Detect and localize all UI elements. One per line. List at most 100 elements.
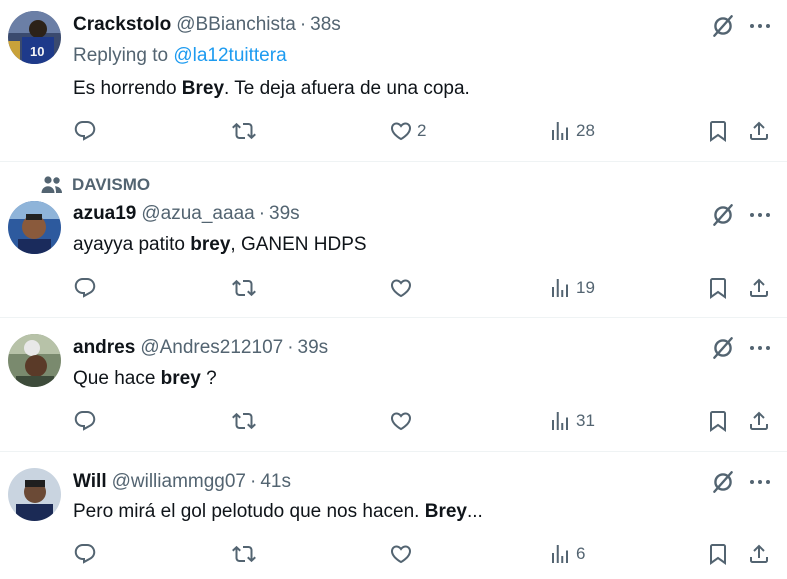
bookmark-button[interactable] [706, 408, 730, 434]
separator: · [287, 337, 294, 358]
share-button[interactable] [747, 275, 771, 301]
tweet-text: Es horrendo Brey. Te deja afuera de una … [73, 78, 470, 100]
timestamp[interactable]: 41s [260, 471, 291, 493]
avatar[interactable] [8, 468, 61, 521]
bookmark-icon [706, 409, 730, 433]
more-icon[interactable] [746, 469, 774, 495]
highlighted-term: brey [190, 234, 231, 255]
views-button[interactable]: 6 [548, 541, 585, 567]
text-part: ... [466, 501, 483, 522]
views-icon [548, 409, 572, 433]
text-part: Pero mirá el gol pelotudo que nos hacen. [73, 501, 425, 522]
text-part: , GANEN HDPS [230, 234, 367, 255]
like-button[interactable] [389, 408, 413, 434]
author-handle[interactable]: @williammgg07 [112, 471, 246, 493]
share-button[interactable] [747, 118, 771, 144]
view-count: 28 [576, 121, 595, 140]
avatar[interactable]: 10 [8, 11, 61, 64]
author-handle[interactable]: @Andres212107 [140, 337, 283, 359]
tweet-text: Pero mirá el gol pelotudo que nos hacen.… [73, 501, 483, 523]
share-icon [747, 409, 771, 433]
reply-icon [73, 542, 97, 566]
tweet[interactable]: andres @Andres212107 · 39s Que hace brey… [0, 318, 787, 452]
heart-icon [389, 276, 413, 300]
bookmark-icon [706, 542, 730, 566]
heart-icon [389, 119, 413, 143]
tweet-text: ayayya patito brey, GANEN HDPS [73, 234, 367, 256]
share-button[interactable] [747, 408, 771, 434]
like-button[interactable] [389, 541, 413, 567]
grok-icon[interactable] [710, 469, 736, 495]
reply-button[interactable] [73, 275, 97, 301]
more-icon[interactable] [746, 202, 774, 228]
grok-icon[interactable] [710, 335, 736, 361]
author-name[interactable]: Crackstolo [73, 14, 171, 36]
views-icon [548, 276, 572, 300]
author-handle[interactable]: @azua_aaaa [141, 203, 254, 225]
views-button[interactable]: 31 [548, 408, 595, 434]
reply-button[interactable] [73, 408, 97, 434]
separator: · [258, 203, 266, 224]
retweet-icon [232, 119, 256, 143]
retweet-icon [232, 409, 256, 433]
share-icon [747, 119, 771, 143]
reply-icon [73, 276, 97, 300]
view-count: 31 [576, 411, 595, 430]
social-context: DAVISMO [40, 173, 150, 197]
bookmark-icon [706, 119, 730, 143]
highlighted-term: Brey [181, 78, 225, 99]
people-icon [40, 173, 64, 197]
reply-context: Replying to @la12tuittera [73, 45, 287, 67]
bookmark-button[interactable] [706, 275, 730, 301]
timestamp[interactable]: 39s [298, 337, 329, 359]
like-button[interactable] [389, 275, 413, 301]
retweet-icon [232, 276, 256, 300]
social-context-label[interactable]: DAVISMO [72, 175, 150, 195]
reply-to-link[interactable]: @la12tuittera [173, 45, 286, 66]
views-button[interactable]: 28 [548, 118, 595, 144]
reply-icon [73, 119, 97, 143]
retweet-button[interactable] [232, 408, 256, 434]
grok-icon[interactable] [710, 13, 736, 39]
more-icon[interactable] [746, 13, 774, 39]
more-icon[interactable] [746, 335, 774, 361]
bookmark-button[interactable] [706, 541, 730, 567]
retweet-button[interactable] [232, 275, 256, 301]
view-count: 6 [576, 544, 586, 563]
author-handle[interactable]: @BBianchista [176, 14, 296, 36]
tweet[interactable]: 10 Crackstolo @BBianchista · 38s Replyin… [0, 0, 787, 162]
reply-button[interactable] [73, 118, 97, 144]
views-button[interactable]: 19 [548, 275, 595, 301]
avatar[interactable] [8, 201, 61, 254]
share-icon [747, 276, 771, 300]
retweet-button[interactable] [232, 118, 256, 144]
heart-icon [389, 409, 413, 433]
separator: · [250, 471, 257, 492]
tweet[interactable]: DAVISMO azua19 @azua_aaaa · 39s ayayya p… [0, 162, 787, 318]
view-count: 19 [576, 278, 595, 297]
heart-icon [389, 542, 413, 566]
highlighted-term: Brey [424, 501, 467, 522]
separator: · [299, 14, 307, 35]
retweet-icon [232, 542, 256, 566]
bookmark-icon [706, 276, 730, 300]
text-part: . Te deja afuera de una copa. [224, 78, 470, 99]
grok-icon[interactable] [710, 202, 736, 228]
author-name[interactable]: andres [73, 337, 135, 359]
bookmark-button[interactable] [706, 118, 730, 144]
reply-button[interactable] [73, 541, 97, 567]
timestamp[interactable]: 38s [310, 14, 341, 36]
views-icon [548, 542, 572, 566]
highlighted-term: brey [160, 368, 201, 389]
author-name[interactable]: azua19 [73, 203, 136, 225]
text-part: ? [200, 368, 217, 389]
like-button[interactable]: 2 [389, 118, 426, 144]
text-part: ayayya patito [73, 234, 191, 255]
share-icon [747, 542, 771, 566]
timestamp[interactable]: 39s [269, 203, 300, 225]
share-button[interactable] [747, 541, 771, 567]
author-name[interactable]: Will [73, 471, 107, 493]
tweet[interactable]: Will @williammgg07 · 41s Pero mirá el go… [0, 452, 787, 579]
retweet-button[interactable] [232, 541, 256, 567]
avatar[interactable] [8, 334, 61, 387]
